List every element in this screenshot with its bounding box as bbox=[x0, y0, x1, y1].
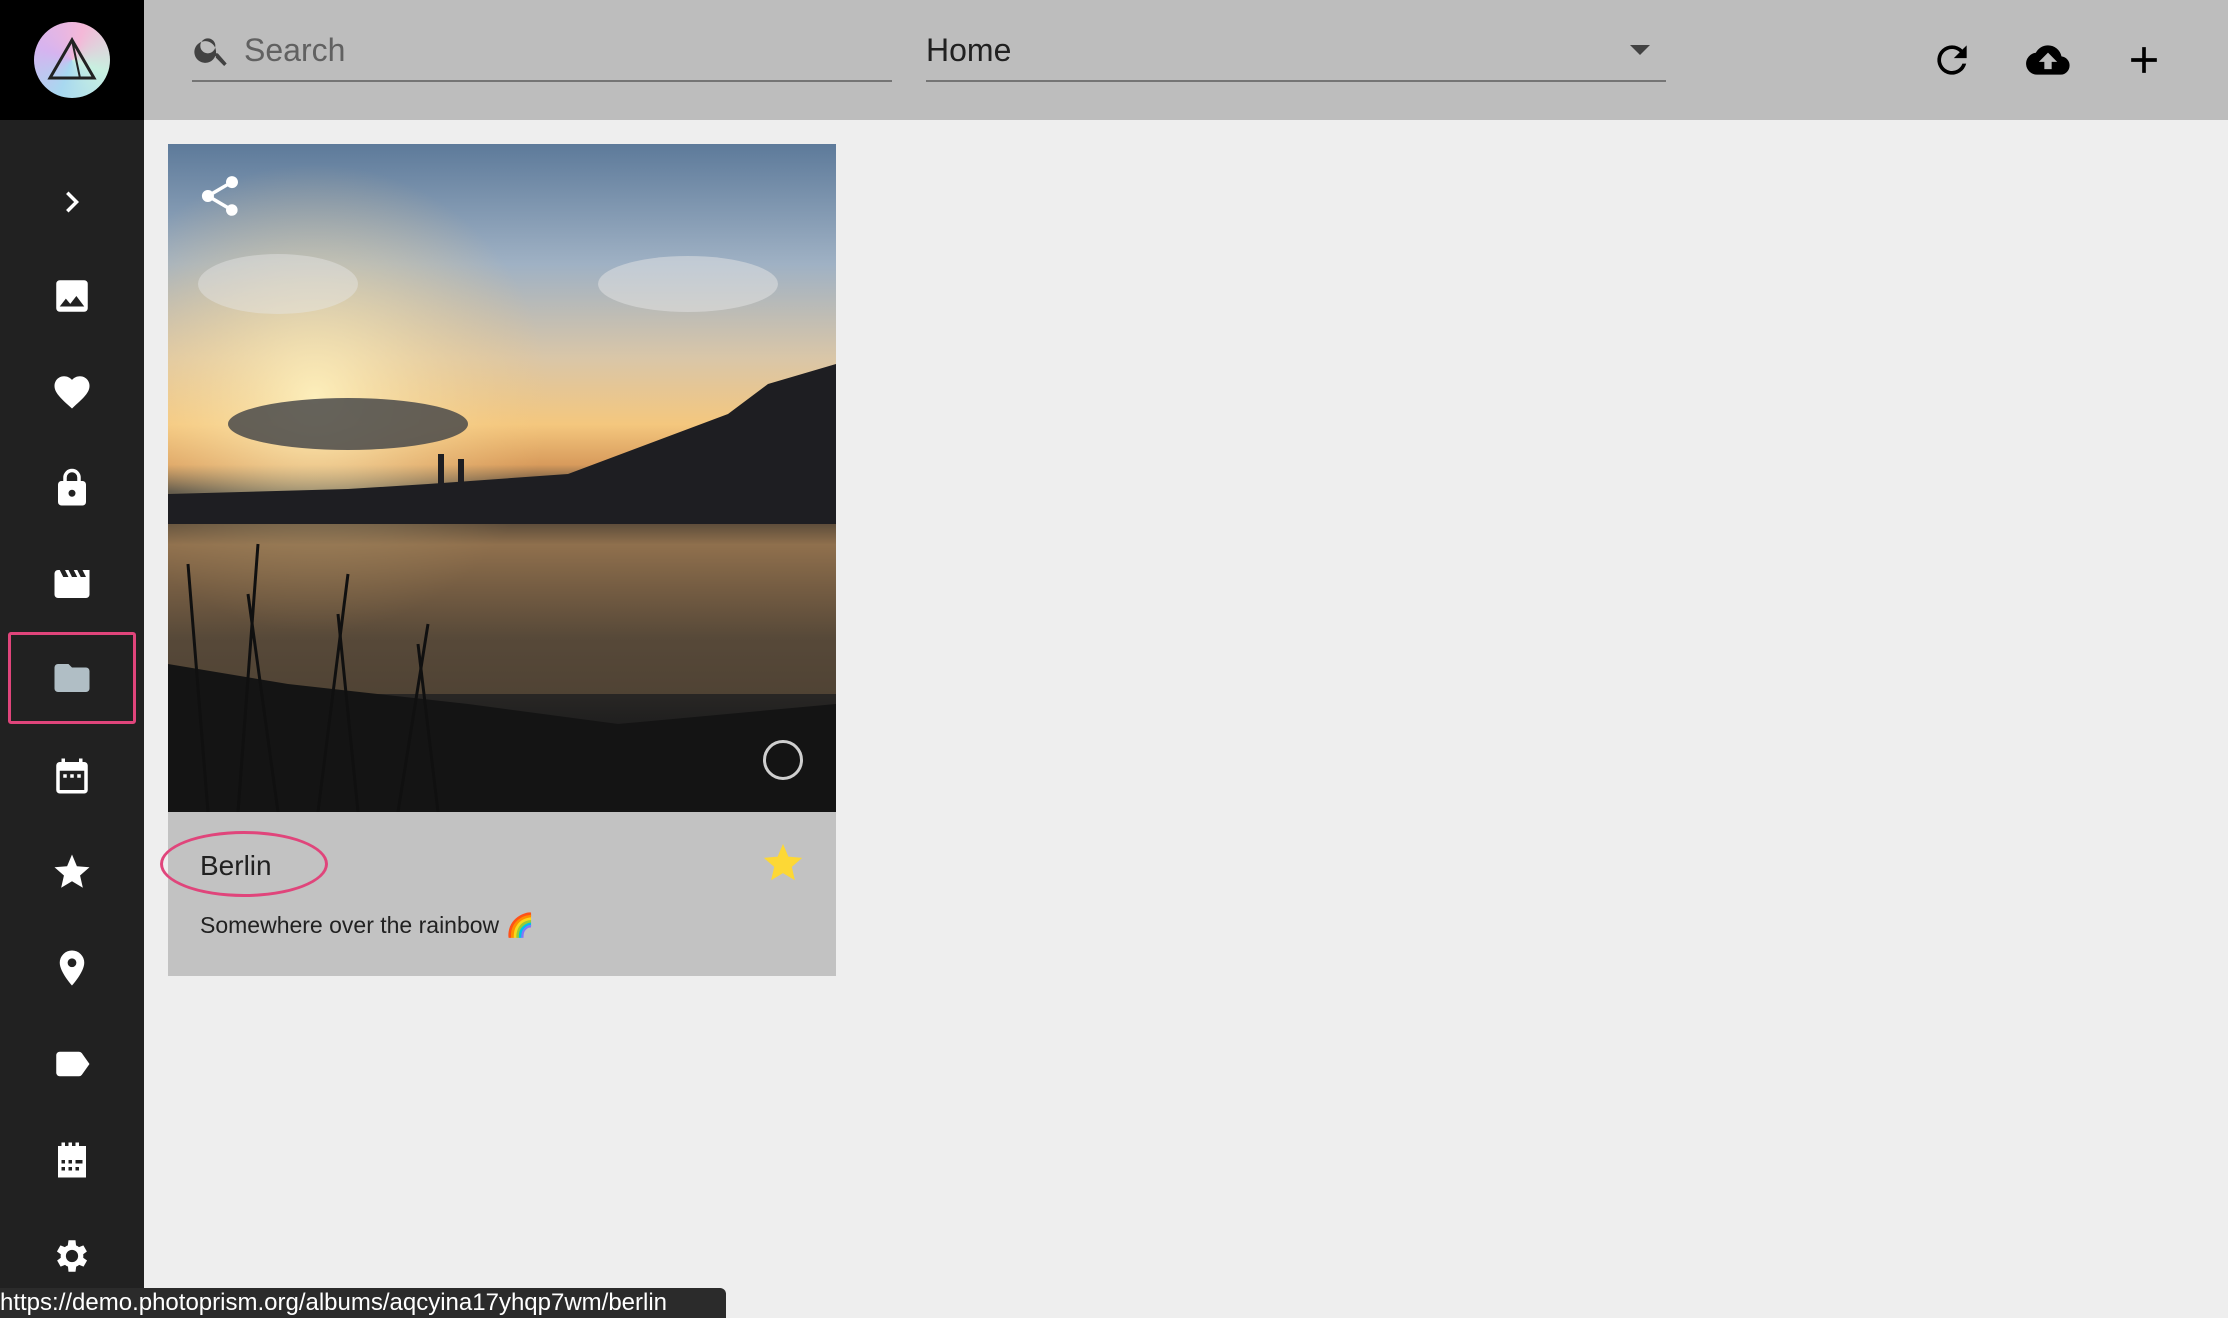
folder-icon bbox=[54, 664, 90, 692]
label-icon bbox=[56, 1051, 90, 1077]
sidebar-item-library[interactable] bbox=[0, 1116, 144, 1204]
add-icon bbox=[2131, 47, 2157, 73]
folder-select[interactable]: Home bbox=[926, 20, 1666, 82]
library-icon bbox=[58, 1142, 86, 1178]
upload-cloud-icon bbox=[2026, 45, 2070, 75]
search-input[interactable] bbox=[244, 31, 864, 69]
sidebar bbox=[0, 0, 144, 1318]
lock-icon bbox=[58, 468, 86, 506]
sidebar-item-moments[interactable] bbox=[0, 828, 144, 916]
sidebar-item-folders[interactable] bbox=[8, 632, 136, 724]
share-icon[interactable] bbox=[196, 172, 244, 220]
sidebar-item-labels[interactable] bbox=[0, 1020, 144, 1108]
add-button[interactable] bbox=[2108, 24, 2180, 96]
movie-icon bbox=[54, 570, 90, 598]
title-highlight-ring bbox=[160, 831, 328, 897]
chevron-down-icon bbox=[1630, 45, 1650, 55]
status-url: https://demo.photoprism.org/albums/aqcyi… bbox=[0, 1288, 726, 1318]
upload-button[interactable] bbox=[2012, 24, 2084, 96]
select-checkbox[interactable] bbox=[763, 740, 803, 780]
chevron-right-icon bbox=[66, 191, 79, 213]
sidebar-item-places[interactable] bbox=[0, 924, 144, 1012]
sidebar-expand-button[interactable] bbox=[0, 158, 144, 246]
star-icon bbox=[54, 854, 90, 888]
refresh-icon bbox=[1937, 45, 1967, 75]
logo[interactable] bbox=[0, 0, 144, 120]
favorite-star-icon[interactable] bbox=[760, 840, 806, 886]
album-cover-art bbox=[168, 144, 836, 812]
photoprism-logo-icon bbox=[34, 22, 110, 98]
gear-icon bbox=[56, 1240, 88, 1272]
sidebar-item-private[interactable] bbox=[0, 444, 144, 532]
refresh-button[interactable] bbox=[1916, 24, 1988, 96]
toolbar: Home bbox=[144, 0, 2228, 120]
folder-select-value: Home bbox=[926, 31, 1012, 68]
image-icon bbox=[56, 280, 88, 312]
search-icon bbox=[194, 38, 227, 66]
calendar-icon bbox=[56, 758, 88, 794]
search-field bbox=[192, 20, 892, 82]
place-icon bbox=[59, 950, 85, 986]
sidebar-item-settings[interactable] bbox=[0, 1212, 144, 1300]
sidebar-item-videos[interactable] bbox=[0, 540, 144, 628]
heart-icon bbox=[54, 376, 90, 409]
album-description: Somewhere over the rainbow 🌈 bbox=[200, 912, 535, 938]
sidebar-item-photos[interactable] bbox=[0, 252, 144, 340]
sidebar-item-calendar[interactable] bbox=[0, 732, 144, 820]
album-cover-image[interactable] bbox=[168, 144, 836, 812]
sidebar-item-favorites[interactable] bbox=[0, 348, 144, 436]
